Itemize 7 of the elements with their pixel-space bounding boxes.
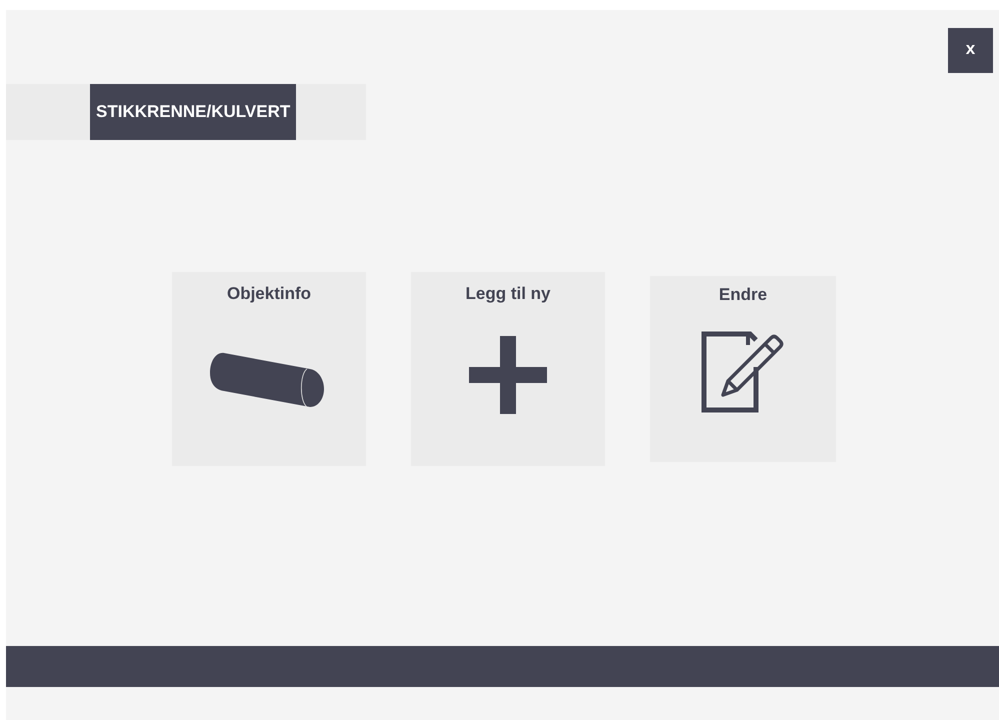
plus-icon — [469, 336, 547, 414]
tab[interactable]: STIKKRENNE/KULVERT — [90, 84, 296, 140]
edit-document-icon — [701, 330, 785, 412]
tile-button[interactable]: Objektinfo — [172, 272, 366, 466]
close-button[interactable]: x — [948, 28, 993, 73]
tile-button[interactable]: Endre — [650, 276, 836, 462]
tile-button[interactable]: Legg til ny — [411, 272, 605, 466]
